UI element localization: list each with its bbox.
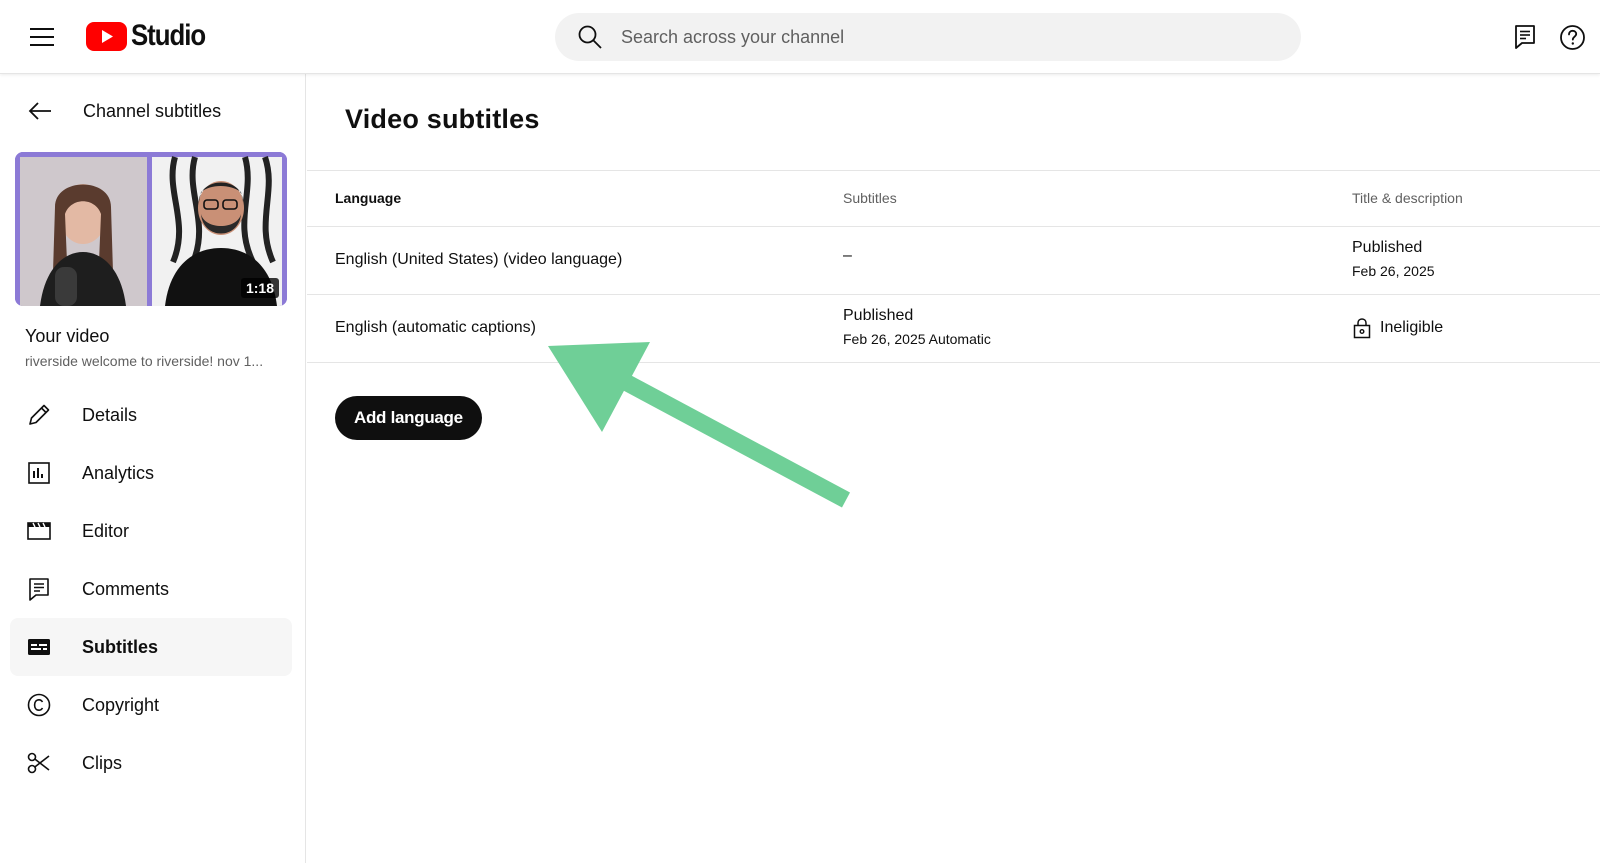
arrow-left-icon bbox=[28, 102, 51, 120]
lock-icon bbox=[1353, 318, 1371, 339]
scissors-icon bbox=[24, 748, 54, 778]
video-thumbnail[interactable]: 1:18 bbox=[15, 152, 287, 306]
nav-item-comments[interactable]: Comments bbox=[10, 560, 292, 618]
status-text: Published bbox=[843, 307, 914, 324]
column-header-title-description: Title & description bbox=[1352, 190, 1463, 206]
studio-logo[interactable]: Studio bbox=[86, 18, 217, 54]
back-button[interactable] bbox=[20, 91, 60, 131]
top-bar: Studio bbox=[0, 0, 1600, 74]
table-row[interactable]: English (United States) (video language)… bbox=[307, 227, 1600, 295]
copyright-icon bbox=[24, 690, 54, 720]
add-language-button[interactable]: Add language bbox=[335, 396, 482, 440]
nav-label: Copyright bbox=[82, 694, 160, 715]
feedback-icon bbox=[1515, 25, 1535, 49]
column-header-language: Language bbox=[335, 190, 402, 206]
search-bar[interactable] bbox=[555, 13, 1301, 61]
nav-label: Clips bbox=[82, 752, 123, 773]
youtube-play-icon bbox=[86, 21, 127, 51]
nav-label: Details bbox=[82, 404, 138, 425]
search-input[interactable] bbox=[621, 26, 1261, 48]
nav-item-analytics[interactable]: Analytics bbox=[10, 444, 292, 502]
nav-item-copyright[interactable]: Copyright bbox=[10, 676, 292, 734]
video-duration-badge: 1:18 bbox=[240, 278, 279, 298]
subtitles-table: Language Subtitles Title & description E… bbox=[307, 171, 1600, 363]
table-row[interactable]: English (automatic captions) Published F… bbox=[307, 295, 1600, 363]
menu-button[interactable] bbox=[22, 17, 62, 57]
page-title: Video subtitles bbox=[345, 104, 540, 134]
your-video-label: Your video bbox=[25, 326, 110, 346]
back-to-channel-subtitles[interactable]: Channel subtitles bbox=[0, 90, 306, 132]
status-text: Published bbox=[1352, 239, 1423, 256]
subtitles-cell[interactable]: – bbox=[843, 247, 852, 265]
language-cell: English (automatic captions) bbox=[335, 319, 536, 336]
title-description-cell: Ineligible bbox=[1352, 317, 1443, 339]
nav-label: Subtitles bbox=[82, 636, 159, 657]
help-icon bbox=[1559, 24, 1585, 50]
title-description-cell[interactable]: Published Feb 26, 2025 bbox=[1352, 239, 1435, 279]
subtitles-cell[interactable]: Published Feb 26, 2025 Automatic bbox=[843, 307, 991, 347]
nav-label: Comments bbox=[82, 578, 170, 599]
analytics-icon bbox=[24, 458, 54, 488]
help-button[interactable] bbox=[1555, 20, 1589, 54]
main-content: Video subtitles Language Subtitles Title… bbox=[307, 74, 1600, 863]
nav-item-editor[interactable]: Editor bbox=[10, 502, 292, 560]
clapper-icon bbox=[24, 516, 54, 546]
subtitles-icon bbox=[24, 632, 54, 662]
back-label: Channel subtitles bbox=[83, 100, 222, 121]
status-date: Feb 26, 2025 Automatic bbox=[843, 331, 991, 347]
pencil-icon bbox=[24, 400, 54, 430]
status-date: Feb 26, 2025 bbox=[1352, 263, 1435, 279]
nav-label: Analytics bbox=[82, 462, 155, 483]
hamburger-menu-icon bbox=[30, 28, 54, 46]
comments-icon bbox=[24, 574, 54, 604]
nav-item-clips[interactable]: Clips bbox=[10, 734, 292, 792]
status-text: Ineligible bbox=[1380, 319, 1444, 336]
video-nav: Details Analytics Editor Comments Subtit… bbox=[10, 386, 292, 792]
language-cell: English (United States) (video language) bbox=[335, 251, 623, 268]
video-title-description: riverside welcome to riverside! nov 1... bbox=[25, 353, 264, 369]
nav-item-subtitles[interactable]: Subtitles bbox=[10, 618, 292, 676]
feedback-button[interactable] bbox=[1508, 20, 1542, 54]
nav-label: Editor bbox=[82, 520, 130, 541]
table-header: Language Subtitles Title & description bbox=[307, 171, 1600, 227]
sidebar: Channel subtitles 1:18 Your video rivers… bbox=[0, 74, 306, 863]
nav-item-details[interactable]: Details bbox=[10, 386, 292, 444]
column-header-subtitles: Subtitles bbox=[843, 190, 897, 206]
search-icon bbox=[578, 25, 602, 49]
logo-text: Studio bbox=[131, 19, 206, 52]
